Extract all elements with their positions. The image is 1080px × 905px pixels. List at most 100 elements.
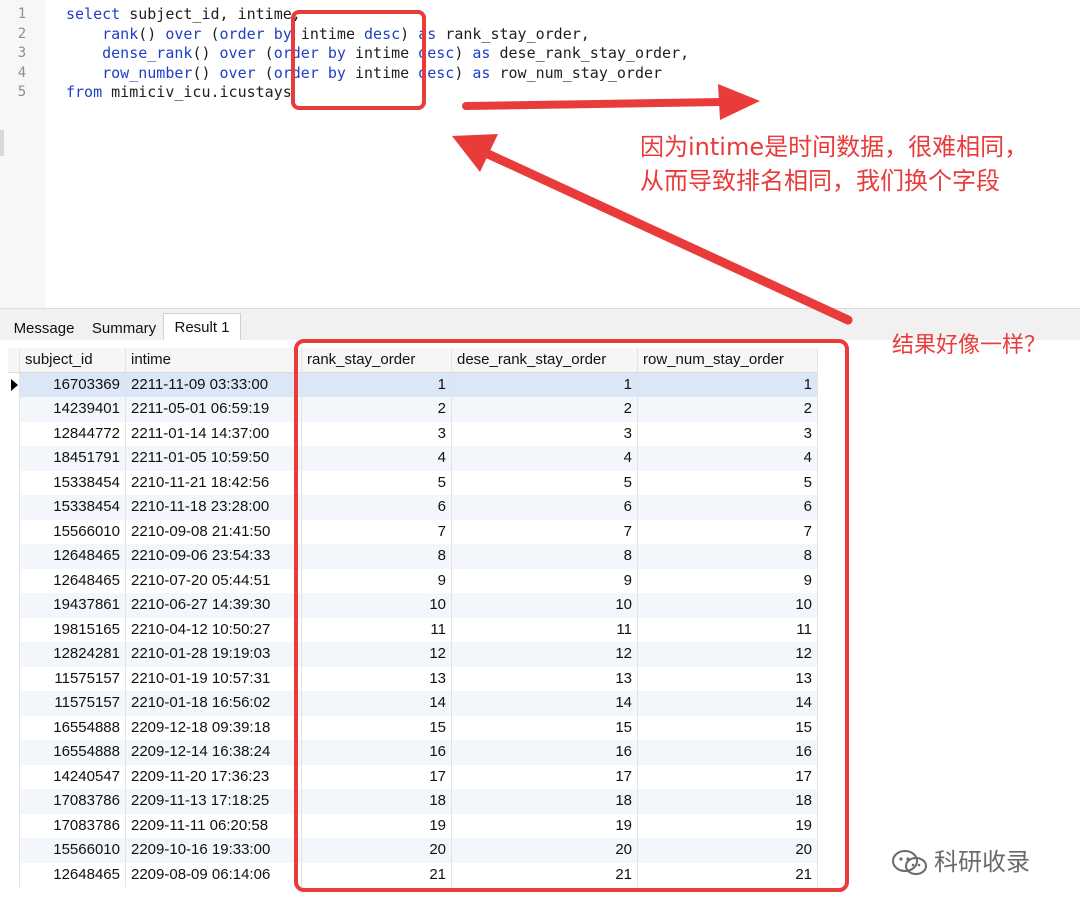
cell-row-num-stay-order[interactable]: 10 (638, 593, 818, 618)
tab-result-1[interactable]: Result 1 (163, 313, 241, 343)
cell-intime[interactable]: 2210-01-19 10:57:31 (126, 666, 302, 691)
cell-dese-rank-stay-order[interactable]: 1 (452, 372, 638, 397)
row-indicator[interactable] (8, 691, 20, 716)
cell-row-num-stay-order[interactable]: 21 (638, 862, 818, 887)
cell-rank-stay-order[interactable]: 2 (302, 397, 452, 422)
cell-dese-rank-stay-order[interactable]: 3 (452, 421, 638, 446)
cell-row-num-stay-order[interactable]: 13 (638, 666, 818, 691)
cell-dese-rank-stay-order[interactable]: 20 (452, 838, 638, 863)
cell-intime[interactable]: 2209-12-18 09:39:18 (126, 715, 302, 740)
row-indicator[interactable] (8, 715, 20, 740)
cell-row-num-stay-order[interactable]: 19 (638, 813, 818, 838)
cell-subject-id[interactable]: 15338454 (20, 495, 126, 520)
cell-row-num-stay-order[interactable]: 5 (638, 470, 818, 495)
column-header-dese-rank-stay-order[interactable]: dese_rank_stay_order (452, 348, 638, 373)
row-indicator[interactable] (8, 495, 20, 520)
cell-dese-rank-stay-order[interactable]: 9 (452, 568, 638, 593)
cell-row-num-stay-order[interactable]: 6 (638, 495, 818, 520)
cell-dese-rank-stay-order[interactable]: 2 (452, 397, 638, 422)
row-indicator[interactable] (8, 838, 20, 863)
cell-subject-id[interactable]: 11575157 (20, 666, 126, 691)
cell-intime[interactable]: 2210-04-12 10:50:27 (126, 617, 302, 642)
column-header-row-num-stay-order[interactable]: row_num_stay_order (638, 348, 818, 373)
cell-row-num-stay-order[interactable]: 16 (638, 740, 818, 765)
row-indicator[interactable] (8, 397, 20, 422)
cell-subject-id[interactable]: 12648465 (20, 568, 126, 593)
cell-dese-rank-stay-order[interactable]: 18 (452, 789, 638, 814)
cell-row-num-stay-order[interactable]: 4 (638, 446, 818, 471)
cell-row-num-stay-order[interactable]: 9 (638, 568, 818, 593)
cell-intime[interactable]: 2211-01-05 10:59:50 (126, 446, 302, 471)
cell-intime[interactable]: 2210-06-27 14:39:30 (126, 593, 302, 618)
row-indicator[interactable] (8, 666, 20, 691)
row-indicator[interactable] (8, 764, 20, 789)
code-line[interactable]: 3 dense_rank() over (order by intime des… (0, 43, 1080, 63)
row-indicator[interactable] (8, 519, 20, 544)
row-indicator[interactable] (8, 813, 20, 838)
code-line[interactable]: 4 row_number() over (order by intime des… (0, 63, 1080, 83)
cell-rank-stay-order[interactable]: 9 (302, 568, 452, 593)
cell-subject-id[interactable]: 15566010 (20, 519, 126, 544)
cell-row-num-stay-order[interactable]: 11 (638, 617, 818, 642)
tab-message[interactable]: Message (6, 317, 82, 341)
cell-rank-stay-order[interactable]: 3 (302, 421, 452, 446)
tab-summary[interactable]: Summary (86, 317, 162, 341)
cell-row-num-stay-order[interactable]: 7 (638, 519, 818, 544)
cell-rank-stay-order[interactable]: 18 (302, 789, 452, 814)
cell-subject-id[interactable]: 17083786 (20, 813, 126, 838)
cell-intime[interactable]: 2209-08-09 06:14:06 (126, 862, 302, 887)
cell-row-num-stay-order[interactable]: 3 (638, 421, 818, 446)
cell-rank-stay-order[interactable]: 7 (302, 519, 452, 544)
cell-dese-rank-stay-order[interactable]: 13 (452, 666, 638, 691)
cell-subject-id[interactable]: 16554888 (20, 740, 126, 765)
cell-dese-rank-stay-order[interactable]: 14 (452, 691, 638, 716)
cell-rank-stay-order[interactable]: 14 (302, 691, 452, 716)
cell-dese-rank-stay-order[interactable]: 6 (452, 495, 638, 520)
cell-intime[interactable]: 2210-01-28 19:19:03 (126, 642, 302, 667)
cell-subject-id[interactable]: 14239401 (20, 397, 126, 422)
cell-row-num-stay-order[interactable]: 20 (638, 838, 818, 863)
cell-rank-stay-order[interactable]: 20 (302, 838, 452, 863)
column-header-subject-id[interactable]: subject_id (20, 348, 126, 373)
cell-intime[interactable]: 2210-11-18 23:28:00 (126, 495, 302, 520)
cell-rank-stay-order[interactable]: 10 (302, 593, 452, 618)
cell-intime[interactable]: 2211-01-14 14:37:00 (126, 421, 302, 446)
row-indicator[interactable] (8, 544, 20, 569)
row-indicator[interactable] (8, 372, 20, 397)
row-indicator[interactable] (8, 789, 20, 814)
cell-rank-stay-order[interactable]: 12 (302, 642, 452, 667)
cell-intime[interactable]: 2209-11-20 17:36:23 (126, 764, 302, 789)
cell-dese-rank-stay-order[interactable]: 8 (452, 544, 638, 569)
row-indicator[interactable] (8, 642, 20, 667)
cell-intime[interactable]: 2209-11-13 17:18:25 (126, 789, 302, 814)
cell-subject-id[interactable]: 12648465 (20, 544, 126, 569)
cell-dese-rank-stay-order[interactable]: 4 (452, 446, 638, 471)
row-indicator[interactable] (8, 446, 20, 471)
cell-row-num-stay-order[interactable]: 14 (638, 691, 818, 716)
cell-dese-rank-stay-order[interactable]: 16 (452, 740, 638, 765)
cell-intime[interactable]: 2210-07-20 05:44:51 (126, 568, 302, 593)
cell-dese-rank-stay-order[interactable]: 10 (452, 593, 638, 618)
cell-intime[interactable]: 2211-05-01 06:59:19 (126, 397, 302, 422)
cell-row-num-stay-order[interactable]: 1 (638, 372, 818, 397)
cell-intime[interactable]: 2210-09-08 21:41:50 (126, 519, 302, 544)
cell-rank-stay-order[interactable]: 17 (302, 764, 452, 789)
cell-subject-id[interactable]: 19437861 (20, 593, 126, 618)
cell-rank-stay-order[interactable]: 6 (302, 495, 452, 520)
cell-dese-rank-stay-order[interactable]: 11 (452, 617, 638, 642)
cell-intime[interactable]: 2209-11-11 06:20:58 (126, 813, 302, 838)
column-header-rank-stay-order[interactable]: rank_stay_order (302, 348, 452, 373)
cell-row-num-stay-order[interactable]: 12 (638, 642, 818, 667)
row-indicator[interactable] (8, 568, 20, 593)
cell-intime[interactable]: 2210-01-18 16:56:02 (126, 691, 302, 716)
cell-subject-id[interactable]: 16703369 (20, 372, 126, 397)
cell-rank-stay-order[interactable]: 16 (302, 740, 452, 765)
code-line[interactable]: 2 rank() over (order by intime desc) as … (0, 24, 1080, 44)
row-indicator[interactable] (8, 617, 20, 642)
cell-rank-stay-order[interactable]: 8 (302, 544, 452, 569)
cell-intime[interactable]: 2209-10-16 19:33:00 (126, 838, 302, 863)
cell-subject-id[interactable]: 12844772 (20, 421, 126, 446)
cell-rank-stay-order[interactable]: 13 (302, 666, 452, 691)
cell-dese-rank-stay-order[interactable]: 21 (452, 862, 638, 887)
cell-row-num-stay-order[interactable]: 8 (638, 544, 818, 569)
